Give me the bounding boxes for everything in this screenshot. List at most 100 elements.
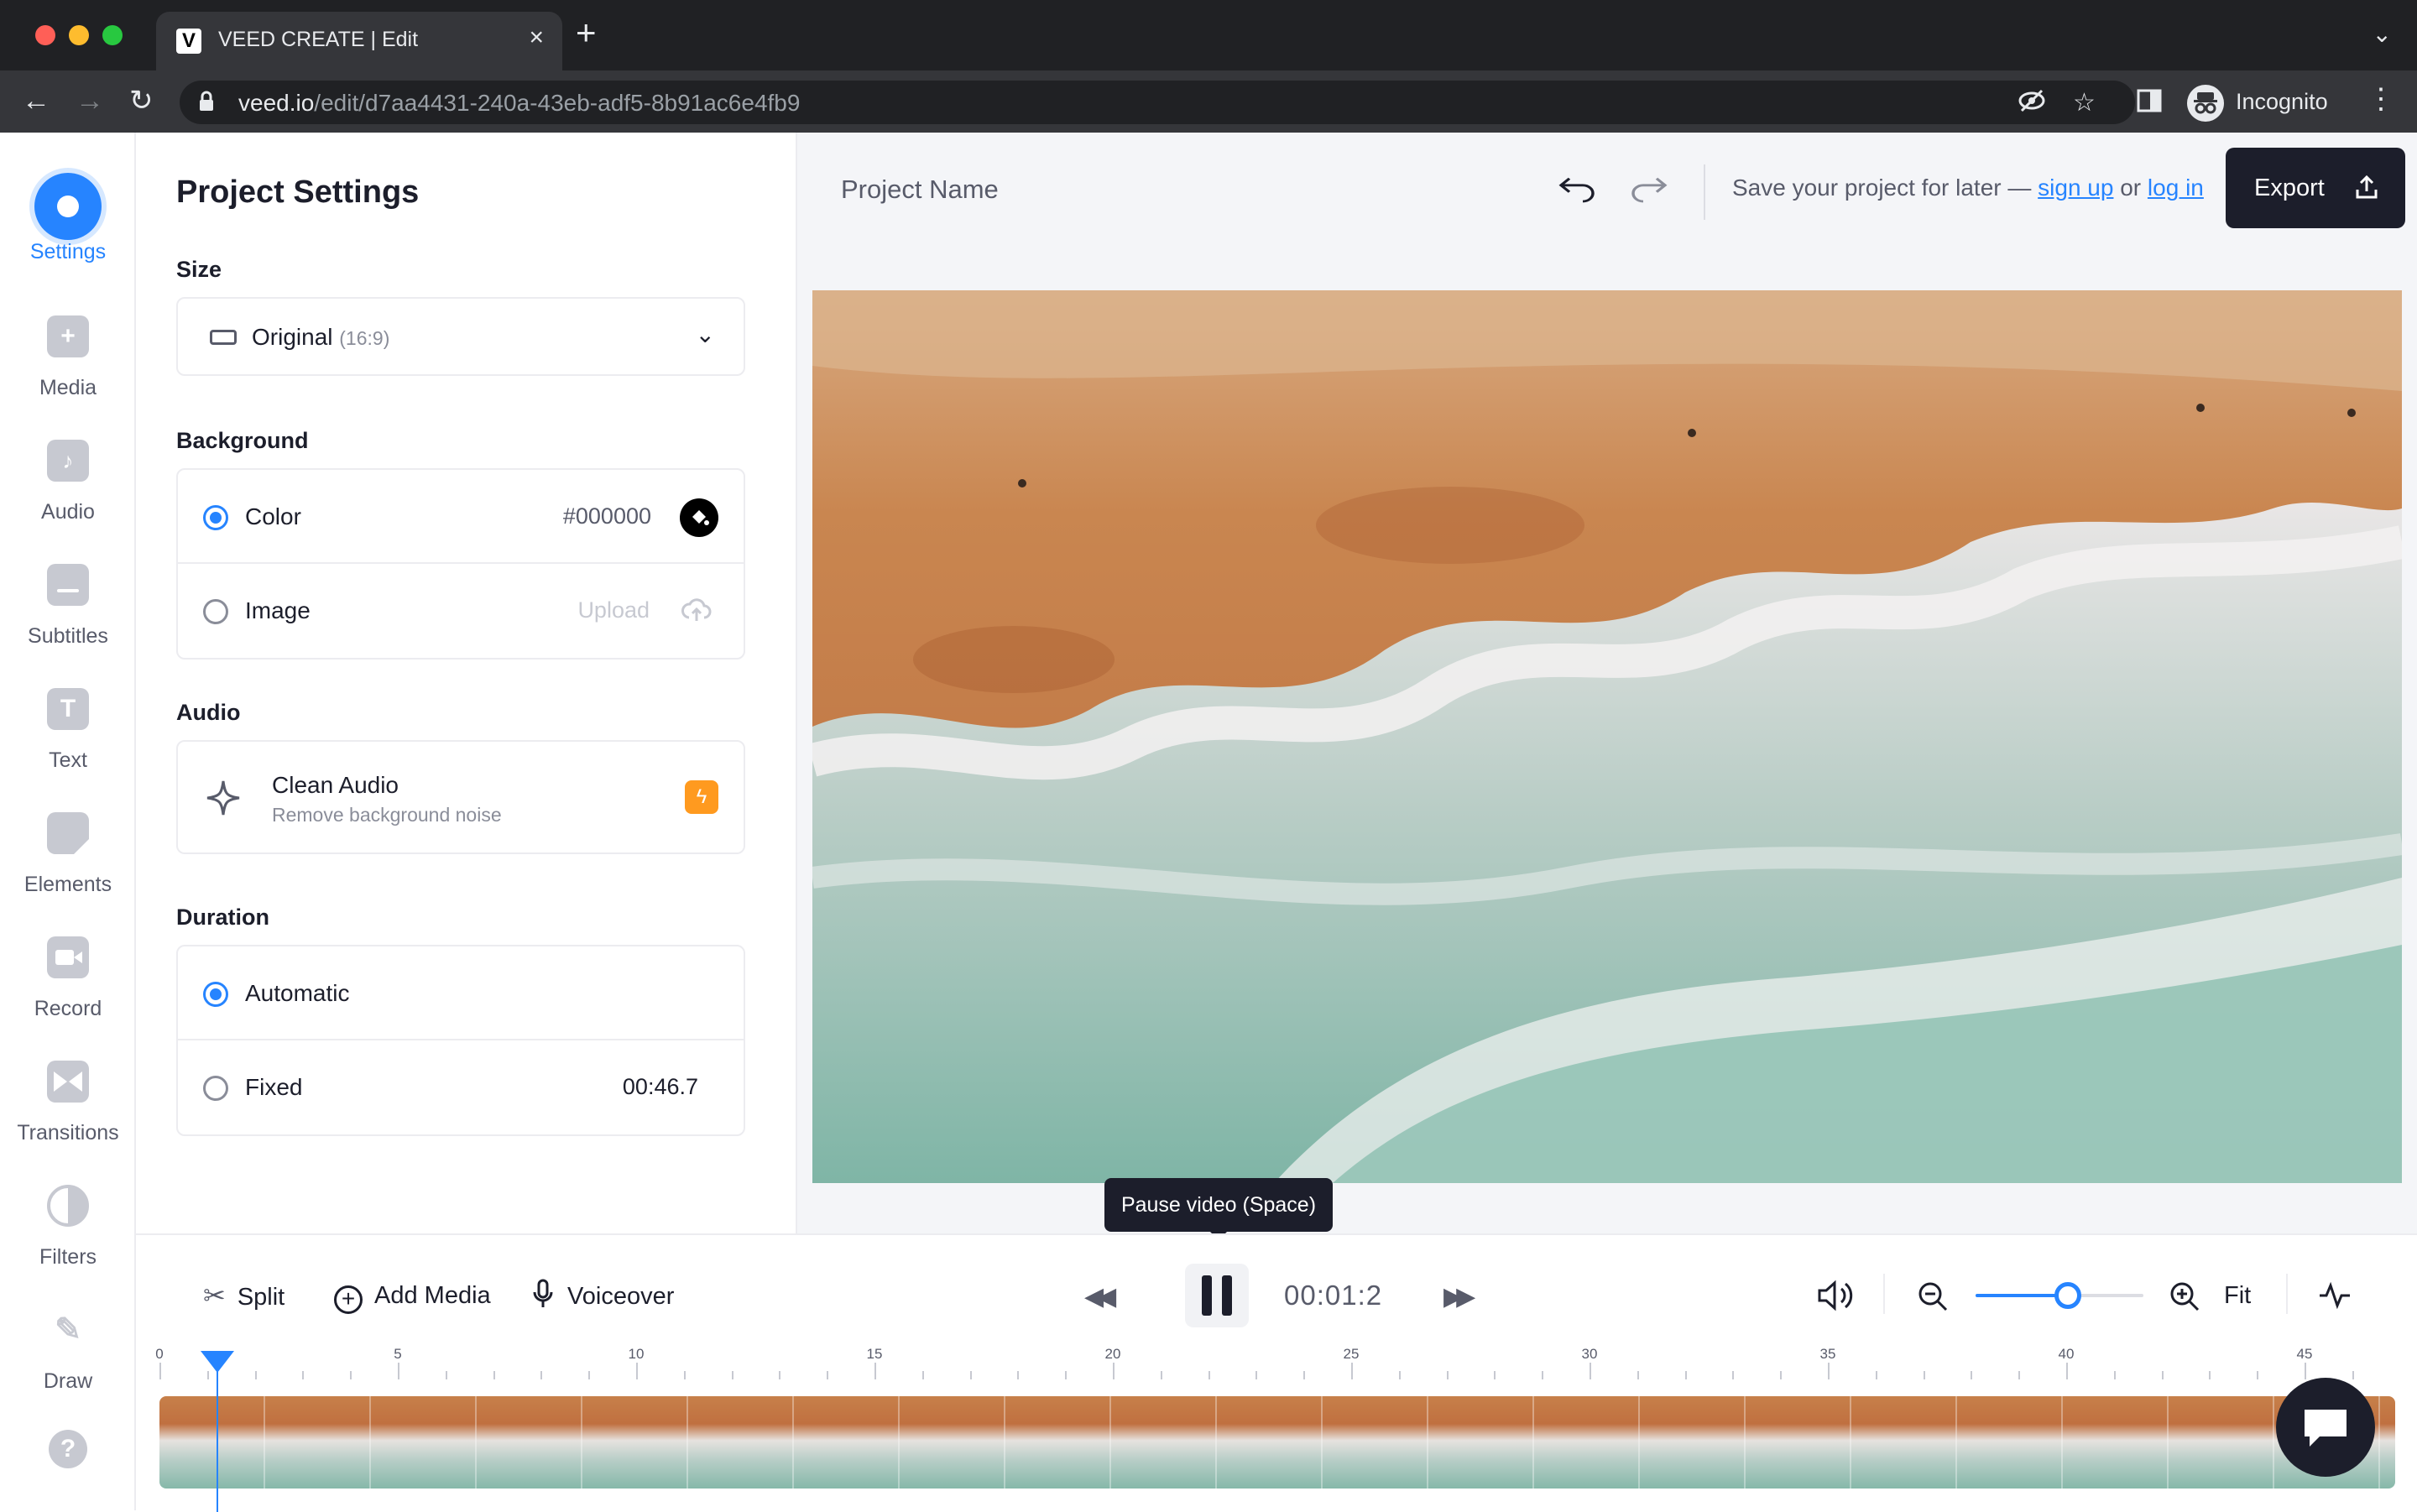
redo-icon[interactable] <box>1628 175 1668 208</box>
add-media-label: Add Media <box>374 1282 491 1309</box>
duration-fixed-row[interactable]: Fixed 00:46.7 <box>178 1040 744 1134</box>
ruler-tick <box>1494 1371 1496 1379</box>
rail-label-audio: Audio <box>41 500 95 524</box>
duration-section-label: Duration <box>176 905 269 930</box>
fixed-duration-value[interactable]: 00:46.7 <box>623 1074 698 1100</box>
voiceover-button[interactable]: Voiceover <box>532 1279 674 1313</box>
rail-item-filters[interactable]: Filters <box>0 1185 136 1302</box>
size-value-label: Original <box>252 324 333 350</box>
add-media-button[interactable]: + Add Media <box>334 1279 491 1314</box>
log-in-link[interactable]: log in <box>2148 175 2204 201</box>
tab-search-chevron-icon[interactable]: ⌄ <box>2373 20 2392 48</box>
bookmark-star-icon[interactable]: ☆ <box>2073 88 2096 117</box>
pencil-icon: ✎ <box>55 1312 81 1348</box>
close-window-button[interactable] <box>35 25 55 45</box>
left-navigation-rail: Settings + Media ♪ Audio Subtitles T Tex… <box>0 133 136 1510</box>
fixed-radio[interactable] <box>203 1076 228 1101</box>
rail-item-draw[interactable]: ✎ Draw <box>0 1309 136 1426</box>
support-chat-button[interactable] <box>2276 1378 2375 1477</box>
clip-thumbnail <box>1111 1396 1217 1489</box>
help-icon[interactable]: ? <box>49 1430 87 1468</box>
ruler-tick <box>1398 1371 1401 1379</box>
rail-label-transitions: Transitions <box>17 1121 119 1144</box>
rail-item-subtitles[interactable]: Subtitles <box>0 564 136 681</box>
maximize-window-button[interactable] <box>102 25 123 45</box>
rewind-icon[interactable]: ◀◀ <box>1084 1282 1116 1311</box>
export-button[interactable]: Export <box>2226 148 2405 228</box>
ruler-tick <box>2257 1371 2259 1379</box>
ruler-tick <box>969 1371 972 1379</box>
clip-thumbnail <box>1534 1396 1640 1489</box>
fast-forward-icon[interactable]: ▶▶ <box>1443 1282 1475 1311</box>
incognito-profile[interactable]: Incognito <box>2187 77 2328 126</box>
reload-icon[interactable]: ↻ <box>129 82 154 119</box>
color-label: Color <box>245 503 301 529</box>
background-section-label: Background <box>176 428 309 453</box>
automatic-radio[interactable] <box>203 982 228 1007</box>
color-hex-value[interactable]: #000000 <box>563 503 651 529</box>
rail-item-audio[interactable]: ♪ Audio <box>0 440 136 557</box>
waveform-icon[interactable] <box>2318 1279 2352 1312</box>
background-image-row[interactable]: Image Upload <box>178 564 744 658</box>
video-clip-track[interactable] <box>159 1396 2395 1489</box>
tab-close-icon[interactable]: × <box>529 23 544 52</box>
veed-favicon-icon: V <box>176 29 201 54</box>
camera-icon <box>47 936 89 978</box>
rail-label-elements: Elements <box>23 873 112 896</box>
background-color-row[interactable]: Color #000000 <box>178 470 744 564</box>
zoom-in-icon[interactable] <box>2169 1280 2200 1312</box>
new-tab-button[interactable]: + <box>576 15 597 50</box>
minimize-window-button[interactable] <box>69 25 89 45</box>
timeline-playhead[interactable] <box>201 1351 235 1512</box>
volume-icon[interactable] <box>1816 1279 1855 1312</box>
beach-aerial-video-frame <box>812 290 2402 1183</box>
ruler-tick <box>779 1371 781 1379</box>
upload-icon <box>2356 175 2378 199</box>
clip-thumbnail <box>688 1396 794 1489</box>
split-button[interactable]: ✂ Split <box>203 1279 285 1314</box>
duration-automatic-row[interactable]: Automatic <box>178 946 744 1040</box>
address-bar[interactable]: veed.io/edit/d7aa4431-240a-43eb-adf5-8b9… <box>180 81 2135 124</box>
clean-audio-card[interactable]: Clean Audio Remove background noise ϟ <box>176 740 745 854</box>
browser-tab[interactable]: V VEED CREATE | Edit × <box>156 12 562 70</box>
browser-menu-icon[interactable]: ⋮ <box>2367 82 2395 116</box>
ruler-tick <box>2113 1371 2116 1379</box>
ruler-label: 5 <box>394 1346 402 1362</box>
video-preview[interactable] <box>812 290 2402 1183</box>
pause-button[interactable] <box>1185 1264 1249 1327</box>
rail-item-record[interactable]: Record <box>0 936 136 1054</box>
rail-item-settings[interactable]: Settings <box>0 173 136 297</box>
playback-timecode: 00:01:2 <box>1284 1280 1383 1311</box>
image-radio[interactable] <box>203 599 228 624</box>
lightning-bolt-icon: ϟ <box>685 780 718 814</box>
rail-item-elements[interactable]: Elements <box>0 812 136 930</box>
clip-thumbnail <box>900 1396 1005 1489</box>
upload-label[interactable]: Upload <box>577 597 650 623</box>
ruler-tick <box>350 1371 352 1379</box>
rail-item-text[interactable]: T Text <box>0 688 136 806</box>
sign-up-link[interactable]: sign up <box>2038 175 2113 201</box>
back-arrow-icon[interactable]: ← <box>22 82 50 119</box>
upload-cloud-icon[interactable] <box>681 596 712 628</box>
ruler-tick <box>1590 1363 1591 1379</box>
zoom-out-icon[interactable] <box>1917 1280 1949 1312</box>
size-dropdown[interactable]: Original (16:9) ⌄ <box>176 297 745 376</box>
zoom-slider[interactable] <box>1976 1282 2143 1309</box>
settings-icon <box>34 173 102 240</box>
fit-button[interactable]: Fit <box>2224 1279 2251 1312</box>
zoom-slider-handle[interactable] <box>2054 1282 2081 1309</box>
color-radio[interactable] <box>203 505 228 530</box>
ruler-tick <box>2066 1363 2068 1379</box>
rail-item-media[interactable]: + Media <box>0 315 136 433</box>
forward-arrow-icon[interactable]: → <box>76 82 104 119</box>
ruler-tick <box>1542 1371 1544 1379</box>
undo-icon[interactable] <box>1558 175 1598 208</box>
sidebar-toggle-icon[interactable] <box>2137 82 2162 123</box>
rail-item-transitions[interactable]: Transitions <box>0 1061 136 1178</box>
url-host: veed.io <box>238 90 315 116</box>
paint-bucket-icon[interactable] <box>680 498 718 537</box>
divider <box>2286 1274 2288 1314</box>
eye-off-icon[interactable] <box>2018 88 2046 120</box>
audio-section-label: Audio <box>176 700 241 725</box>
project-name-input[interactable]: Project Name <box>841 175 999 205</box>
